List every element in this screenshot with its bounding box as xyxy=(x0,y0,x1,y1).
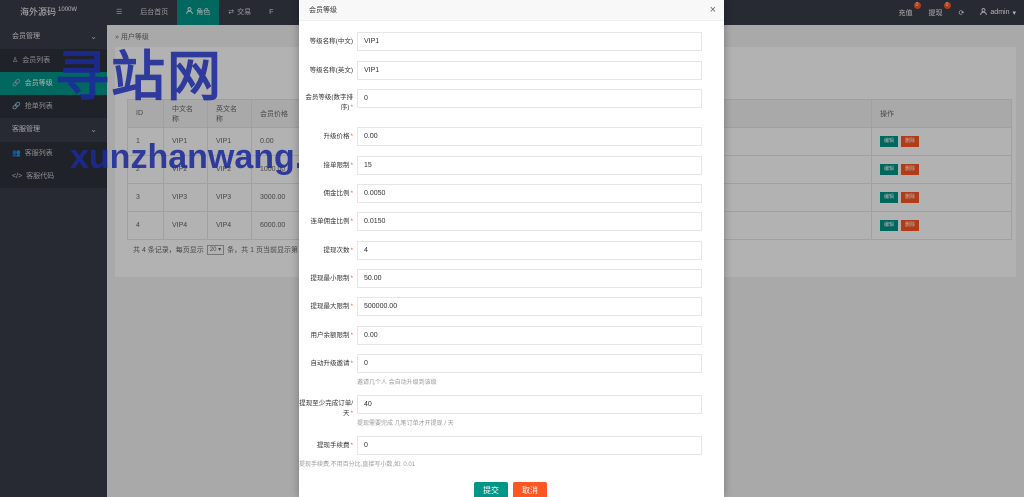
modal-footer: 提交 取消 xyxy=(299,482,724,497)
cn-name-field[interactable]: VIP1 xyxy=(357,32,702,51)
form-label: 等级名称(中文) xyxy=(309,38,353,45)
commission-field[interactable]: 0.0050 xyxy=(357,184,702,203)
balance-limit-field[interactable]: 0.00 xyxy=(357,326,702,345)
submit-button[interactable]: 提交 xyxy=(474,482,508,497)
auto-upgrade-field[interactable]: 0 xyxy=(357,354,702,373)
en-name-field[interactable]: VIP1 xyxy=(357,61,702,80)
order-limit-field[interactable]: 15 xyxy=(357,156,702,175)
form-label: 提现最小限制* xyxy=(310,275,353,282)
form-label: 会员等级(数字排序)* xyxy=(305,94,353,111)
withdraw-times-field[interactable]: 4 xyxy=(357,241,702,260)
chain-commission-field[interactable]: 0.0150 xyxy=(357,212,702,231)
withdraw-min-field[interactable]: 50.00 xyxy=(357,269,702,288)
fee-note: 提现手续费,不用百分比,直接写小数,如: 0.01 xyxy=(299,462,416,468)
modal-title: 会员等级 xyxy=(309,7,337,14)
form-label: 提现次数* xyxy=(323,247,353,254)
level-number-field[interactable]: 0 xyxy=(357,89,702,108)
form-label: 自动升级邀请* xyxy=(310,360,353,367)
form-label: 等级名称(英文) xyxy=(309,67,353,74)
cancel-button[interactable]: 取消 xyxy=(513,482,547,497)
withdraw-fee-field[interactable]: 0 xyxy=(357,436,702,455)
form-label: 连单佣金比例* xyxy=(310,218,353,225)
min-orders-field[interactable]: 40 xyxy=(357,395,702,414)
form-label: 接单限制* xyxy=(323,162,353,169)
withdraw-max-field[interactable]: 500000.00 xyxy=(357,297,702,316)
close-icon[interactable]: × xyxy=(710,0,716,21)
form-label: 佣金比例* xyxy=(323,190,353,197)
edit-level-modal: 会员等级 × 等级名称(中文) VIP1 等级名称(英文) VIP1 会员等级(… xyxy=(299,0,724,497)
form-label: 升级价格* xyxy=(323,133,353,140)
form-label: 提现最大限制* xyxy=(310,303,353,310)
form-hint: 邀请几个人 会自动升级到该级 xyxy=(357,380,437,386)
form-hint: 提现需要完成 几笔订单才开提现 / 天 xyxy=(357,421,454,427)
form-label: 提现手续费* xyxy=(316,442,353,449)
modal-header: 会员等级 × xyxy=(299,0,724,21)
form-label: 提现至少完成订单/天* xyxy=(299,400,353,417)
form-label: 用户余额限制* xyxy=(310,332,353,339)
upgrade-price-field[interactable]: 0.00 xyxy=(357,127,702,146)
